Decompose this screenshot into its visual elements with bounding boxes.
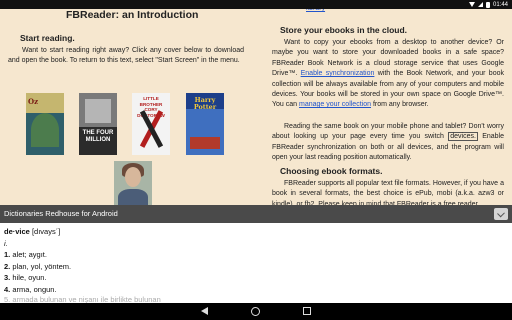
sense-item: 1. alet; aygıt.	[4, 249, 504, 261]
cover-title: Oz	[28, 97, 39, 106]
battery-icon	[485, 1, 490, 8]
cover-title-line: MILLION	[85, 137, 111, 143]
status-bar: 01:44	[0, 0, 512, 9]
sense-text: alet; aygıt.	[12, 250, 47, 259]
dictionary-entry: de·vice [dıvays´] i. 1. alet; aygıt. 2. …	[4, 226, 504, 295]
dictionary-popup: Dictionaries Redhouse for Android de·vic…	[0, 205, 512, 303]
book-covers: Oz THE FOUR MILLION LITTLE BROTHER CORY …	[26, 93, 236, 157]
home-icon[interactable]	[251, 307, 260, 316]
back-icon[interactable]	[201, 307, 208, 315]
sense-number: 4.	[4, 284, 11, 294]
heading-formats: Choosing ebook formats.	[280, 166, 383, 176]
recent-apps-icon[interactable]	[303, 307, 311, 315]
sense-item: 4. arma, ongun.	[4, 284, 504, 296]
sense-text: hile, oyun.	[12, 273, 47, 282]
sense-number: 3.	[4, 273, 11, 282]
cloud-text-3: from any browser.	[372, 101, 429, 109]
dictionary-header: Dictionaries Redhouse for Android	[0, 205, 512, 223]
reader-page[interactable]: FBReader: an Introduction Start reading.…	[0, 9, 512, 205]
formats-paragraph: FBReader supports all popular text file …	[272, 180, 504, 205]
selected-word[interactable]: devices.	[448, 132, 478, 142]
cover-little-brother[interactable]: LITTLE BROTHER CORY DOCTOROW	[132, 93, 170, 155]
sense-item: 2. plan, yol, yöntem.	[4, 261, 504, 273]
sync-paragraph: Reading the same book on your mobile pho…	[272, 122, 504, 164]
library-link[interactable]: library	[306, 9, 325, 12]
page-title: FBReader: an Introduction	[66, 9, 199, 21]
cutoff-text: 5. armada bulunan ve nişanı ile birlikte…	[4, 295, 161, 303]
headword: de·vice	[4, 227, 30, 236]
signal-icon	[477, 2, 483, 7]
sense-text: plan, yol, yöntem.	[12, 261, 72, 271]
sense-text: arma, ongun.	[12, 284, 57, 294]
cover-the-four-million[interactable]: THE FOUR MILLION	[79, 93, 117, 155]
wifi-icon	[468, 2, 475, 7]
navigation-bar	[0, 303, 512, 320]
cover-title-line: THE FOUR	[82, 130, 114, 136]
cover-wizard-of-oz[interactable]: Oz	[26, 93, 64, 155]
manage-collection-link[interactable]: manage your collection	[299, 101, 371, 108]
start-reading-paragraph: Want to start reading right away? Click …	[8, 47, 244, 65]
dictionary-cutoff-line: 5. armada bulunan ve nişanı ile birlikte…	[4, 295, 244, 303]
status-icons: 01:44	[468, 0, 508, 9]
dictionary-title: Dictionaries Redhouse for Android	[4, 209, 118, 218]
sense-number: 2.	[4, 261, 11, 271]
status-time: 01:44	[492, 1, 508, 8]
chevron-down-icon	[497, 209, 505, 218]
enable-sync-link[interactable]: Enable synchronization	[301, 70, 375, 77]
heading-start-reading: Start reading.	[20, 33, 75, 43]
cover-title: Harry Potter	[193, 96, 217, 111]
portrait-image	[114, 161, 152, 205]
cloud-paragraph: Want to copy your ebooks from a desktop …	[272, 38, 504, 111]
pronunciation: [dıvays´]	[31, 227, 61, 236]
heading-cloud: Store your ebooks in the cloud.	[280, 25, 408, 35]
cover-harry-potter[interactable]: Harry Potter	[186, 93, 224, 155]
collapse-dictionary-button[interactable]	[494, 208, 508, 220]
sense-number: 1.	[4, 250, 11, 259]
sense-item: 3. hile, oyun.	[4, 272, 504, 284]
part-of-speech: i.	[4, 238, 8, 248]
cover-title-line: LITTLE BROTHER	[139, 96, 163, 107]
